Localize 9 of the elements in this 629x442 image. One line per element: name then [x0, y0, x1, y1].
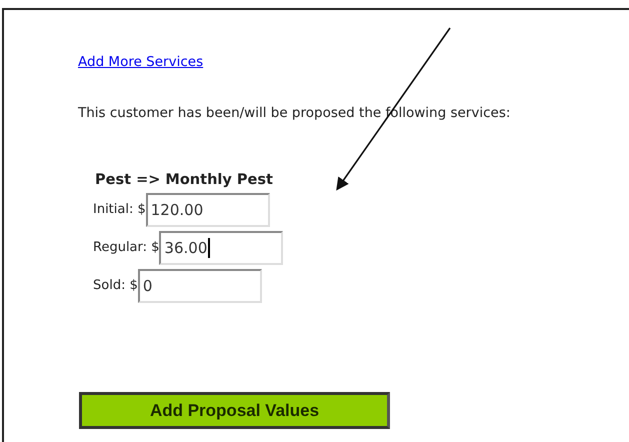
field-label: Initial: $ — [93, 201, 146, 219]
input-field[interactable]: 36.00 — [159, 230, 284, 265]
add-more-services-link[interactable]: Add More Services — [78, 52, 204, 72]
field-label: Sold: $ — [93, 277, 138, 295]
field-label: Regular: $ — [93, 239, 160, 257]
add-proposal-values-button[interactable]: Add Proposal Values — [79, 392, 390, 429]
input-field[interactable]: 0 — [138, 268, 262, 303]
input-field[interactable]: 120.00 — [146, 192, 270, 227]
service-title: Pest => Monthly Pest — [95, 171, 274, 190]
